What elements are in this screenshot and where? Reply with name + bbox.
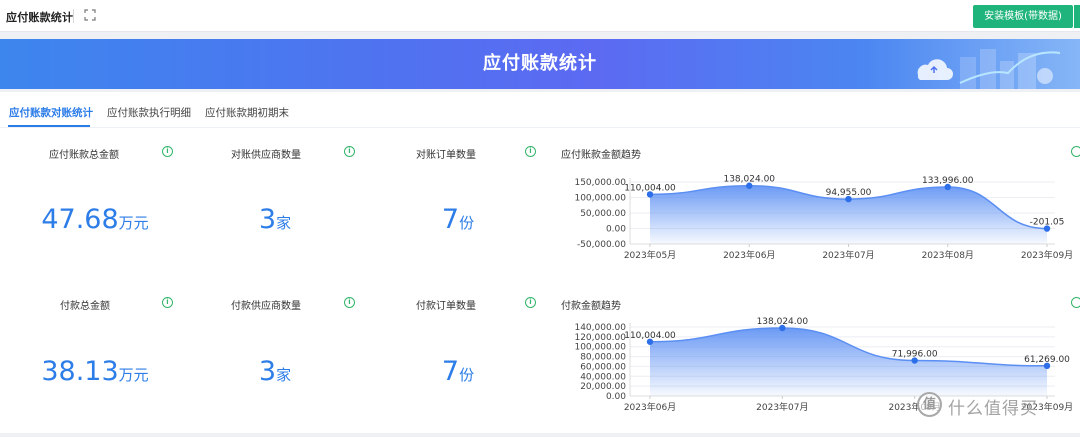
tab-execution-details[interactable]: 应付账款执行明细 [107,105,191,120]
watermark-text: 什么值得买 [948,399,1038,419]
x-tick-label: 2023年09月 [1021,249,1073,261]
y-tick-label: 60,000.00 [580,362,626,372]
chart-title-payable-trend: 应付账款金额趋势 [561,150,641,161]
info-icon[interactable]: i [344,146,355,157]
payable-trend-chart: 150,000.00 100,000.00 50,000.00 0.00 -50,000… [574,175,1073,261]
y-tick-label: 150,000.00 [574,178,626,188]
data-label: 138,024.00 [723,175,775,185]
data-label: 94,955.00 [826,188,872,198]
kpi-label-recon-suppliers: 对账供应商数量 [231,150,301,161]
kpi-label-payment-orders: 付款订单数量 [416,301,476,312]
info-icon[interactable]: i [344,297,355,308]
active-tab-indicator [8,125,90,127]
watermark-logo: 值 [917,392,942,417]
x-tick-label: 2023年07月 [822,249,874,261]
banner-title: 应付账款统计 [483,53,597,74]
install-template-button[interactable]: 安装模板(带数据) [973,5,1073,28]
dashboard-panel: 应付账款对账统计 应付账款执行明细 应付账款期初期末 应付账款总金额 i 47.… [0,92,1080,433]
install-template-dropdown[interactable] [1074,5,1080,28]
data-label: 71,996.00 [892,350,938,360]
fullscreen-icon[interactable] [84,9,96,21]
y-tick-label: 40,000.00 [580,372,626,382]
kpi-label-payment-total: 付款总金额 [60,301,110,312]
y-tick-label: 0.00 [606,225,626,235]
x-tick-label: 2023年05月 [624,249,676,261]
info-icon[interactable]: i [525,146,536,157]
kpi-value-payment-orders: 7份 [441,356,475,387]
chart-title-payment-trend: 付款金额趋势 [561,301,621,312]
kpi-label-recon-orders: 对账订单数量 [416,150,476,161]
info-icon[interactable] [1071,297,1080,308]
x-tick-label: 2023年07月 [756,401,808,413]
info-icon[interactable]: i [525,297,536,308]
watermark: 值 什么值得买 [917,392,1077,420]
x-tick-label: 2023年08月 [922,249,974,261]
x-tick-label: 2023年06月 [624,401,676,413]
y-tick-label: 140,000.00 [574,323,626,333]
tab-reconciliation-stats[interactable]: 应付账款对账统计 [9,105,93,120]
kpi-value-recon-suppliers: 3家 [258,204,292,235]
kpi-value-payment-total: 38.13万元 [41,356,149,387]
data-label: 110,004.00 [624,183,676,193]
top-bar: 应付账款统计 安装模板(带数据) [0,0,1080,32]
data-label: 61,269.00 [1024,355,1070,365]
info-icon[interactable] [1071,146,1080,157]
info-icon[interactable]: i [162,146,173,157]
app-title: 应付账款统计 [6,11,74,24]
kpi-label-payable-total: 应付账款总金额 [49,150,119,161]
data-label: 138,024.00 [757,317,809,327]
y-tick-label: 50,000.00 [580,209,626,219]
y-tick-label: 80,000.00 [580,353,626,363]
y-tick-label: 20,000.00 [580,382,626,392]
page-banner: 应付账款统计 [0,39,1080,89]
tab-opening-closing[interactable]: 应付账款期初期末 [205,105,289,120]
data-label: 133,996.00 [922,176,974,186]
y-tick-label: 120,000.00 [574,333,626,343]
data-label: -201.05 [1030,218,1065,228]
series-area [650,327,1047,396]
kpi-label-payment-suppliers: 付款供应商数量 [231,301,301,312]
kpi-value-payment-suppliers: 3家 [258,356,292,387]
y-tick-label: 100,000.00 [574,343,626,353]
data-label: 110,004.00 [624,331,676,341]
x-tick-label: 2023年06月 [723,249,775,261]
kpi-value-payable-total: 47.68万元 [41,204,149,235]
kpi-value-recon-orders: 7份 [441,204,475,235]
y-tick-label: 0.00 [606,392,626,402]
tab-bar: 应付账款对账统计 应付账款执行明细 应付账款期初期末 [0,92,1080,128]
y-tick-label: 100,000.00 [574,194,626,204]
info-icon[interactable]: i [162,297,173,308]
y-tick-label: -50,000.00 [577,240,626,250]
title-divider [73,9,74,23]
